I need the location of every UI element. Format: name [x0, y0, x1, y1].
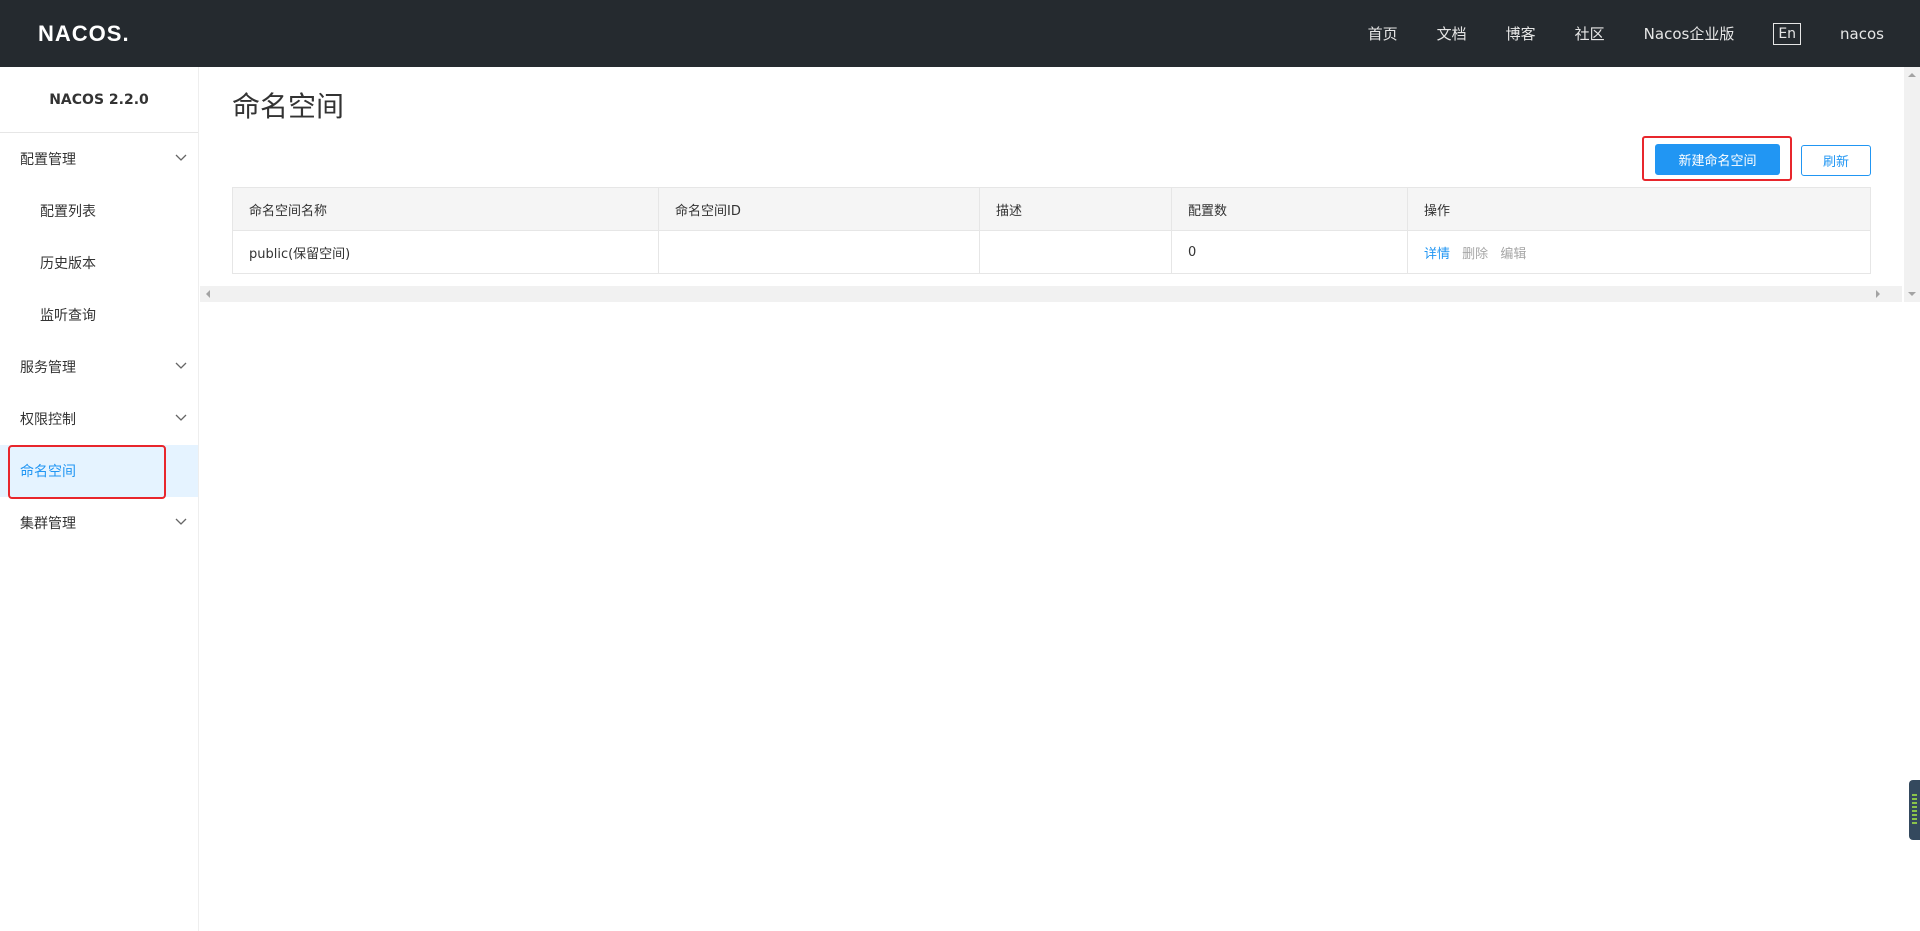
nav-enterprise-link[interactable]: Nacos企业版	[1644, 23, 1735, 44]
top-header: NACOS. 首页 文档 博客 社区 Nacos企业版 En nacos	[0, 0, 1920, 67]
nav-community-link[interactable]: 社区	[1575, 23, 1605, 44]
refresh-button[interactable]: 刷新	[1801, 145, 1871, 176]
sidebar-item-label: 历史版本	[40, 256, 96, 272]
column-header-description: 描述	[979, 187, 1172, 231]
side-widget-handle[interactable]	[1909, 780, 1920, 840]
page-title: 命名空间	[232, 90, 345, 123]
sidebar-item-config-management[interactable]: 配置管理	[0, 133, 198, 185]
nav-home-link[interactable]: 首页	[1368, 23, 1398, 44]
sidebar-item-service-management[interactable]: 服务管理	[0, 341, 198, 393]
column-header-id: 命名空间ID	[658, 187, 980, 231]
sidebar-item-label: 监听查询	[40, 308, 96, 324]
column-header-config-count: 配置数	[1171, 187, 1408, 231]
sidebar: NACOS 2.2.0 配置管理 配置列表 历史版本 监听查询 服务管理 权限控…	[0, 67, 199, 931]
sidebar-item-label: 命名空间	[20, 464, 76, 480]
nav-docs-link[interactable]: 文档	[1437, 23, 1467, 44]
chevron-down-icon	[175, 362, 187, 369]
top-nav: 首页 文档 博客 社区 Nacos企业版 En nacos	[1329, 0, 1884, 67]
chevron-down-icon	[175, 154, 187, 161]
details-link[interactable]: 详情	[1424, 247, 1450, 262]
column-header-actions: 操作	[1407, 187, 1871, 231]
sidebar-item-cluster-management[interactable]: 集群管理	[0, 497, 198, 549]
scroll-left-icon[interactable]	[206, 290, 210, 298]
namespace-table: 命名空间名称 命名空间ID 描述 配置数 操作 public(保留空间) 0 详…	[232, 187, 1871, 274]
create-namespace-button[interactable]: 新建命名空间	[1655, 144, 1780, 175]
table-header-row: 命名空间名称 命名空间ID 描述 配置数 操作	[232, 187, 1871, 231]
logo-text: NACOS.	[38, 20, 130, 46]
sidebar-item-label: 服务管理	[20, 360, 76, 376]
chevron-down-icon	[175, 518, 187, 525]
grip-icon	[1912, 794, 1917, 826]
version-label: NACOS 2.2.0	[0, 67, 198, 133]
cell-config-count: 0	[1171, 230, 1408, 274]
table-row: public(保留空间) 0 详情 删除 编辑	[232, 230, 1871, 274]
sidebar-item-label: 权限控制	[20, 412, 76, 428]
sidebar-item-config-list[interactable]: 配置列表	[0, 185, 198, 237]
sidebar-item-listener-query[interactable]: 监听查询	[0, 289, 198, 341]
sidebar-item-label: 集群管理	[20, 516, 76, 532]
nacos-logo[interactable]: NACOS.	[38, 20, 130, 47]
language-toggle-button[interactable]: En	[1773, 22, 1802, 45]
sidebar-item-history[interactable]: 历史版本	[0, 237, 198, 289]
user-menu[interactable]: nacos	[1840, 25, 1884, 43]
scroll-up-icon[interactable]	[1908, 73, 1916, 77]
delete-link[interactable]: 删除	[1462, 247, 1488, 262]
scroll-right-icon[interactable]	[1876, 290, 1880, 298]
cell-namespace-name: public(保留空间)	[232, 230, 659, 274]
sidebar-item-label: 配置列表	[40, 204, 96, 220]
main-content: 命名空间 新建命名空间 刷新 命名空间名称 命名空间ID 描述 配置数 操作 p…	[200, 67, 1902, 931]
edit-link[interactable]: 编辑	[1500, 247, 1526, 262]
column-header-name: 命名空间名称	[232, 187, 659, 231]
scroll-down-icon[interactable]	[1908, 292, 1916, 296]
sidebar-item-label: 配置管理	[20, 152, 76, 168]
vertical-scrollbar[interactable]	[1904, 67, 1920, 302]
nav-blog-link[interactable]: 博客	[1506, 23, 1536, 44]
chevron-down-icon	[175, 414, 187, 421]
horizontal-scrollbar[interactable]	[200, 286, 1902, 302]
sidebar-item-namespace[interactable]: 命名空间	[0, 445, 198, 499]
cell-namespace-id	[658, 230, 980, 274]
cell-description	[979, 230, 1172, 274]
cell-actions: 详情 删除 编辑	[1407, 230, 1871, 274]
sidebar-item-access-control[interactable]: 权限控制	[0, 393, 198, 445]
